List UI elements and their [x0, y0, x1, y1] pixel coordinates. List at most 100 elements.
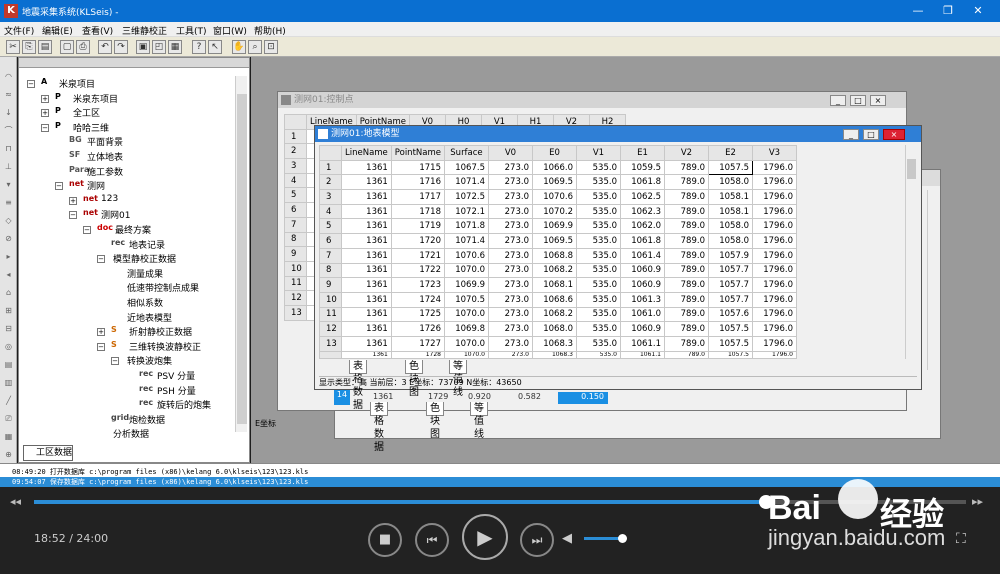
cell[interactable]: 1061.1	[619, 335, 665, 352]
tool-icon[interactable]: ≡	[3, 197, 14, 208]
tree-node-label[interactable]: PSH 分量	[157, 384, 196, 397]
tree-node-label[interactable]: 123	[101, 194, 118, 204]
cell[interactable]: 1796.0	[751, 350, 797, 359]
row-number[interactable]: 9	[284, 246, 307, 262]
cell[interactable]: 1796.0	[751, 203, 797, 220]
cell[interactable]: 273.0	[487, 174, 533, 191]
cell[interactable]: 789.0	[663, 247, 709, 264]
cell[interactable]: 535.0	[575, 174, 621, 191]
cell[interactable]: 1724	[390, 291, 445, 308]
tool-icon[interactable]: ↓	[3, 107, 14, 118]
tree-expander[interactable]: −	[27, 80, 35, 88]
cell[interactable]: 789.0	[663, 203, 709, 220]
menu-3d-static[interactable]: 三维静校正	[122, 24, 167, 37]
tree-node-label[interactable]: 立体地表	[87, 150, 123, 163]
cell[interactable]: 1060.9	[619, 262, 665, 279]
cell[interactable]: 789.0	[663, 218, 709, 235]
paste-icon[interactable]: ▤	[38, 40, 52, 54]
tab-color-map[interactable]: 色块图	[405, 360, 423, 398]
hand-icon[interactable]: ✋	[232, 40, 246, 54]
tool-icon[interactable]: ▸	[3, 251, 14, 262]
rewind-icon[interactable]: ◂◂	[10, 495, 21, 508]
tree-node-label[interactable]: 三维转换波静校正	[129, 340, 201, 353]
context-help-icon[interactable]: ↖	[208, 40, 222, 54]
tree-node-label[interactable]: 炮检数据	[129, 413, 165, 426]
redo-icon[interactable]: ↷	[114, 40, 128, 54]
cell[interactable]: 1070.0	[443, 335, 489, 352]
cell[interactable]: 1361	[341, 306, 392, 323]
maximize-button[interactable]: ❐	[934, 3, 962, 19]
cell[interactable]: 1796.0	[751, 159, 797, 176]
tool-icon[interactable]: ⊕	[3, 449, 14, 460]
tool-icon[interactable]: ⊟	[3, 323, 14, 334]
cell[interactable]: 535.0	[575, 262, 621, 279]
cell[interactable]: 1796.0	[751, 262, 797, 279]
chart-icon[interactable]: ◰	[152, 40, 166, 54]
tool-icon[interactable]: ╱	[3, 395, 14, 406]
tab-color-map[interactable]: 色块图	[426, 402, 444, 440]
row-number[interactable]: 7	[284, 216, 307, 233]
cell[interactable]: 789.0	[663, 291, 709, 308]
row-number[interactable]: 1	[284, 128, 307, 145]
cell[interactable]: 1796.0	[751, 277, 797, 293]
tree-node-label[interactable]: 测量成果	[127, 267, 163, 280]
tree-node-label[interactable]: 施工参数	[87, 165, 123, 178]
cell[interactable]: 1057.7	[707, 291, 753, 308]
cell[interactable]: 1728	[390, 350, 445, 359]
row-number[interactable]: 10	[284, 260, 307, 277]
cell[interactable]: 1361	[341, 321, 392, 337]
cell[interactable]: 535.0	[575, 321, 621, 337]
cell[interactable]: 1727	[390, 335, 445, 352]
cell[interactable]: 1072.5	[443, 189, 489, 205]
menu-edit[interactable]: 编辑(E)	[42, 24, 73, 37]
cell[interactable]: 1067.5	[443, 159, 489, 176]
cell[interactable]: 1796.0	[751, 218, 797, 235]
cell[interactable]: 1796.0	[751, 291, 797, 308]
cell[interactable]: 1068.0	[531, 321, 577, 337]
cell[interactable]: 1361	[341, 159, 392, 176]
column-header[interactable]: PointName	[390, 145, 445, 161]
cut-icon[interactable]: ✂	[6, 40, 20, 54]
cell[interactable]: 535.0	[575, 277, 621, 293]
cell[interactable]: 1062.3	[619, 203, 665, 220]
maximize-button[interactable]: □	[863, 129, 879, 140]
cell[interactable]: 789.0	[663, 262, 709, 279]
cell[interactable]: 1066.0	[531, 159, 577, 176]
menu-window[interactable]: 窗口(W)	[213, 24, 247, 37]
tree-node-label[interactable]: 低速带控制点成果	[127, 281, 199, 294]
cell[interactable]: 273.0	[487, 189, 533, 205]
cell[interactable]: 1719	[390, 218, 445, 235]
tab-contour[interactable]: 等值线	[449, 360, 467, 398]
tool-icon[interactable]: ◎	[3, 341, 14, 352]
tree-node-label[interactable]: 平面背景	[87, 135, 123, 148]
menu-tools[interactable]: 工具(T)	[176, 24, 207, 37]
row-number[interactable]: 6	[319, 233, 342, 249]
cell[interactable]: 1361	[341, 335, 392, 352]
cell[interactable]: 1061.1	[619, 350, 665, 359]
cell[interactable]: 1070.5	[443, 291, 489, 308]
column-header[interactable]: E1	[619, 145, 665, 161]
undo-icon[interactable]: ↶	[98, 40, 112, 54]
play-button[interactable]: ▶	[462, 514, 508, 560]
cell[interactable]: 1715	[390, 159, 445, 176]
row-number[interactable]: 13	[319, 335, 342, 352]
column-header[interactable]: LineName	[341, 145, 392, 161]
cell[interactable]: 1069.8	[443, 321, 489, 337]
cell[interactable]: 1361	[341, 350, 392, 359]
cell[interactable]: 273.0	[487, 350, 533, 359]
table-row[interactable]: 9 1361 1723 1069.9 273.0 1068.1 535.0 1060.9 789…	[319, 277, 797, 293]
tree-node-label[interactable]: 折射静校正数据	[129, 325, 192, 338]
cell[interactable]: 1058.0	[707, 218, 753, 235]
tree-expander[interactable]: −	[55, 182, 63, 191]
menu-view[interactable]: 查看(V)	[82, 24, 113, 37]
cell[interactable]: 789.0	[663, 174, 709, 191]
copy-icon[interactable]: ⎘	[22, 40, 36, 54]
row-number[interactable]: 9	[319, 277, 342, 293]
table-row[interactable]: 10 1361 1724 1070.5 273.0 1068.6 535.0 1061.3 78…	[319, 291, 797, 308]
volume-icon[interactable]: ◀	[562, 531, 572, 546]
tree-expander[interactable]: −	[97, 255, 105, 264]
close-button[interactable]: ×	[883, 129, 905, 140]
vertical-scrollbar[interactable]	[905, 145, 917, 359]
tab-contour[interactable]: 等值线	[470, 402, 488, 440]
tab-table-data[interactable]: 表格数据	[349, 360, 367, 411]
